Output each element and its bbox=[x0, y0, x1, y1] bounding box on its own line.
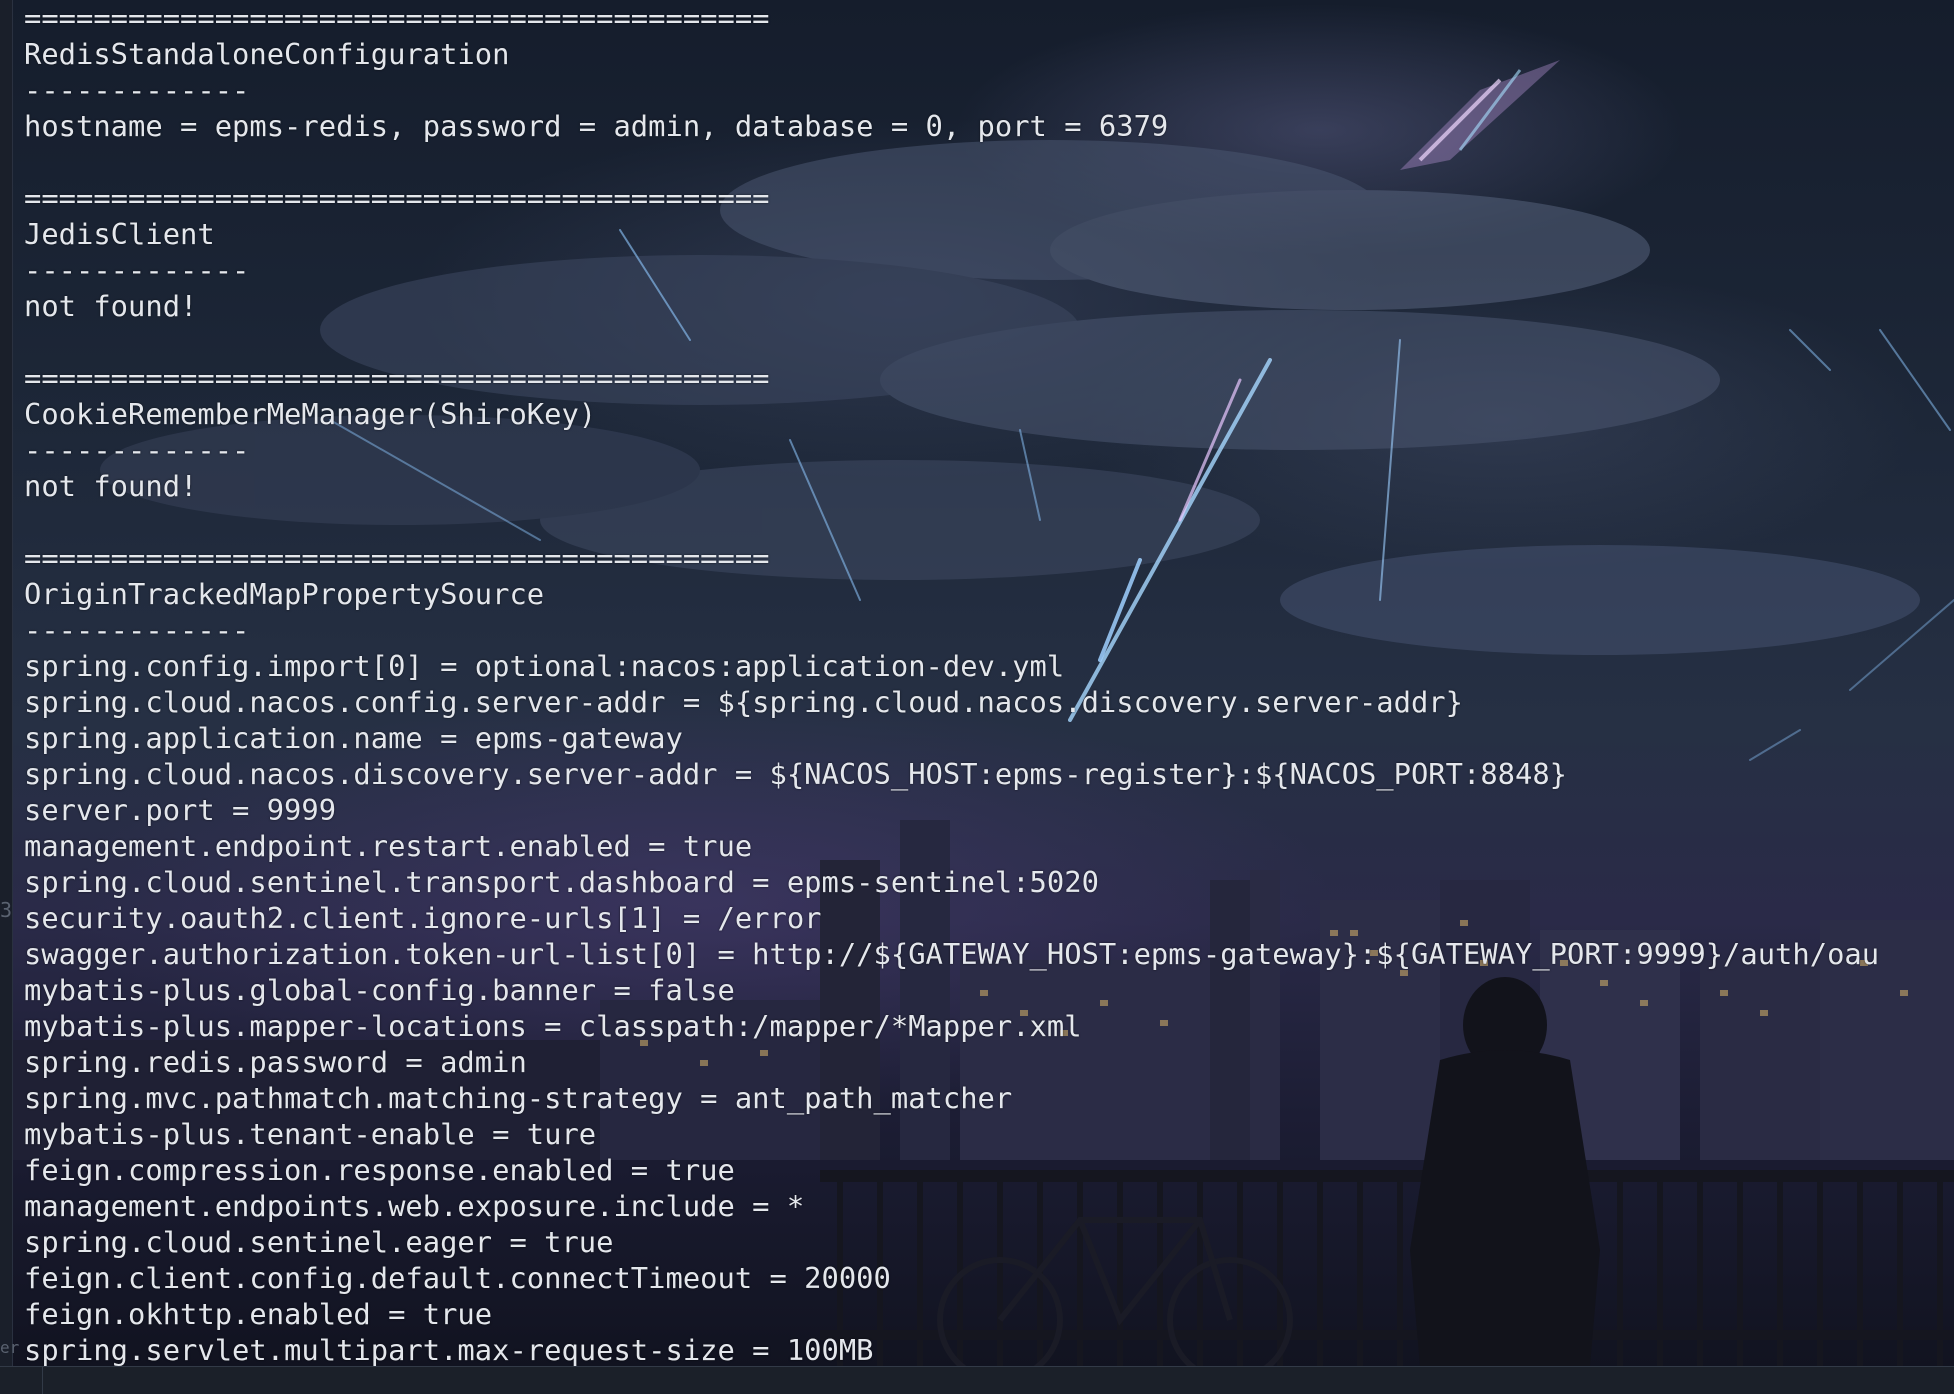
property-line: management.endpoints.web.exposure.includ… bbox=[24, 1189, 805, 1223]
property-line: spring.cloud.sentinel.transport.dashboar… bbox=[24, 865, 1099, 899]
editor-gutter: 3 er bbox=[0, 0, 20, 1366]
gutter-marker-bottom: er bbox=[0, 1338, 20, 1357]
section-title: JedisClient bbox=[24, 217, 215, 251]
property-line: feign.compression.response.enabled = tru… bbox=[24, 1153, 735, 1187]
gutter-marker: 3 bbox=[0, 898, 13, 922]
property-line: spring.redis.password = admin bbox=[24, 1045, 527, 1079]
property-line: mybatis-plus.tenant-enable = ture bbox=[24, 1117, 597, 1151]
output-line: not found! bbox=[24, 469, 198, 503]
property-line: management.endpoint.restart.enabled = tr… bbox=[24, 829, 753, 863]
separator-line: ========================================… bbox=[24, 181, 770, 215]
property-line: spring.cloud.nacos.config.server-addr = … bbox=[24, 685, 1463, 719]
property-line: spring.application.name = epms-gateway bbox=[24, 721, 683, 755]
section-title: RedisStandaloneConfiguration bbox=[24, 37, 510, 71]
property-line: spring.mvc.pathmatch.matching-strategy =… bbox=[24, 1081, 1013, 1115]
property-line: swagger.authorization.token-url-list[0] … bbox=[24, 937, 1880, 971]
section-divider: ------------- bbox=[24, 613, 250, 647]
property-line: feign.okhttp.enabled = true bbox=[24, 1297, 493, 1331]
separator-line: ========================================… bbox=[24, 361, 770, 395]
property-line: feign.client.config.default.connectTimeo… bbox=[24, 1261, 891, 1295]
section-divider: ------------- bbox=[24, 253, 250, 287]
separator-line: ========================================… bbox=[24, 1, 770, 35]
section-divider: ------------- bbox=[24, 73, 250, 107]
separator-line: ========================================… bbox=[24, 541, 770, 575]
section-divider: ------------- bbox=[24, 433, 250, 467]
property-line: spring.config.import[0] = optional:nacos… bbox=[24, 649, 1065, 683]
property-line: server.port = 9999 bbox=[24, 793, 337, 827]
output-line: not found! bbox=[24, 289, 198, 323]
property-line: spring.servlet.multipart.max-request-siz… bbox=[24, 1333, 874, 1366]
property-line: spring.cloud.sentinel.eager = true bbox=[24, 1225, 614, 1259]
status-bar-segment bbox=[0, 1367, 43, 1394]
property-line: security.oauth2.client.ignore-urls[1] = … bbox=[24, 901, 822, 935]
property-line: mybatis-plus.mapper-locations = classpat… bbox=[24, 1009, 1082, 1043]
terminal-output[interactable]: ========================================… bbox=[24, 0, 1954, 1366]
property-line: mybatis-plus.global-config.banner = fals… bbox=[24, 973, 735, 1007]
output-line: hostname = epms-redis, password = admin,… bbox=[24, 109, 1169, 143]
section-title: OriginTrackedMapPropertySource bbox=[24, 577, 545, 611]
property-line: spring.cloud.nacos.discovery.server-addr… bbox=[24, 757, 1568, 791]
section-title: CookieRememberMeManager(ShiroKey) bbox=[24, 397, 597, 431]
status-bar bbox=[0, 1366, 1954, 1394]
